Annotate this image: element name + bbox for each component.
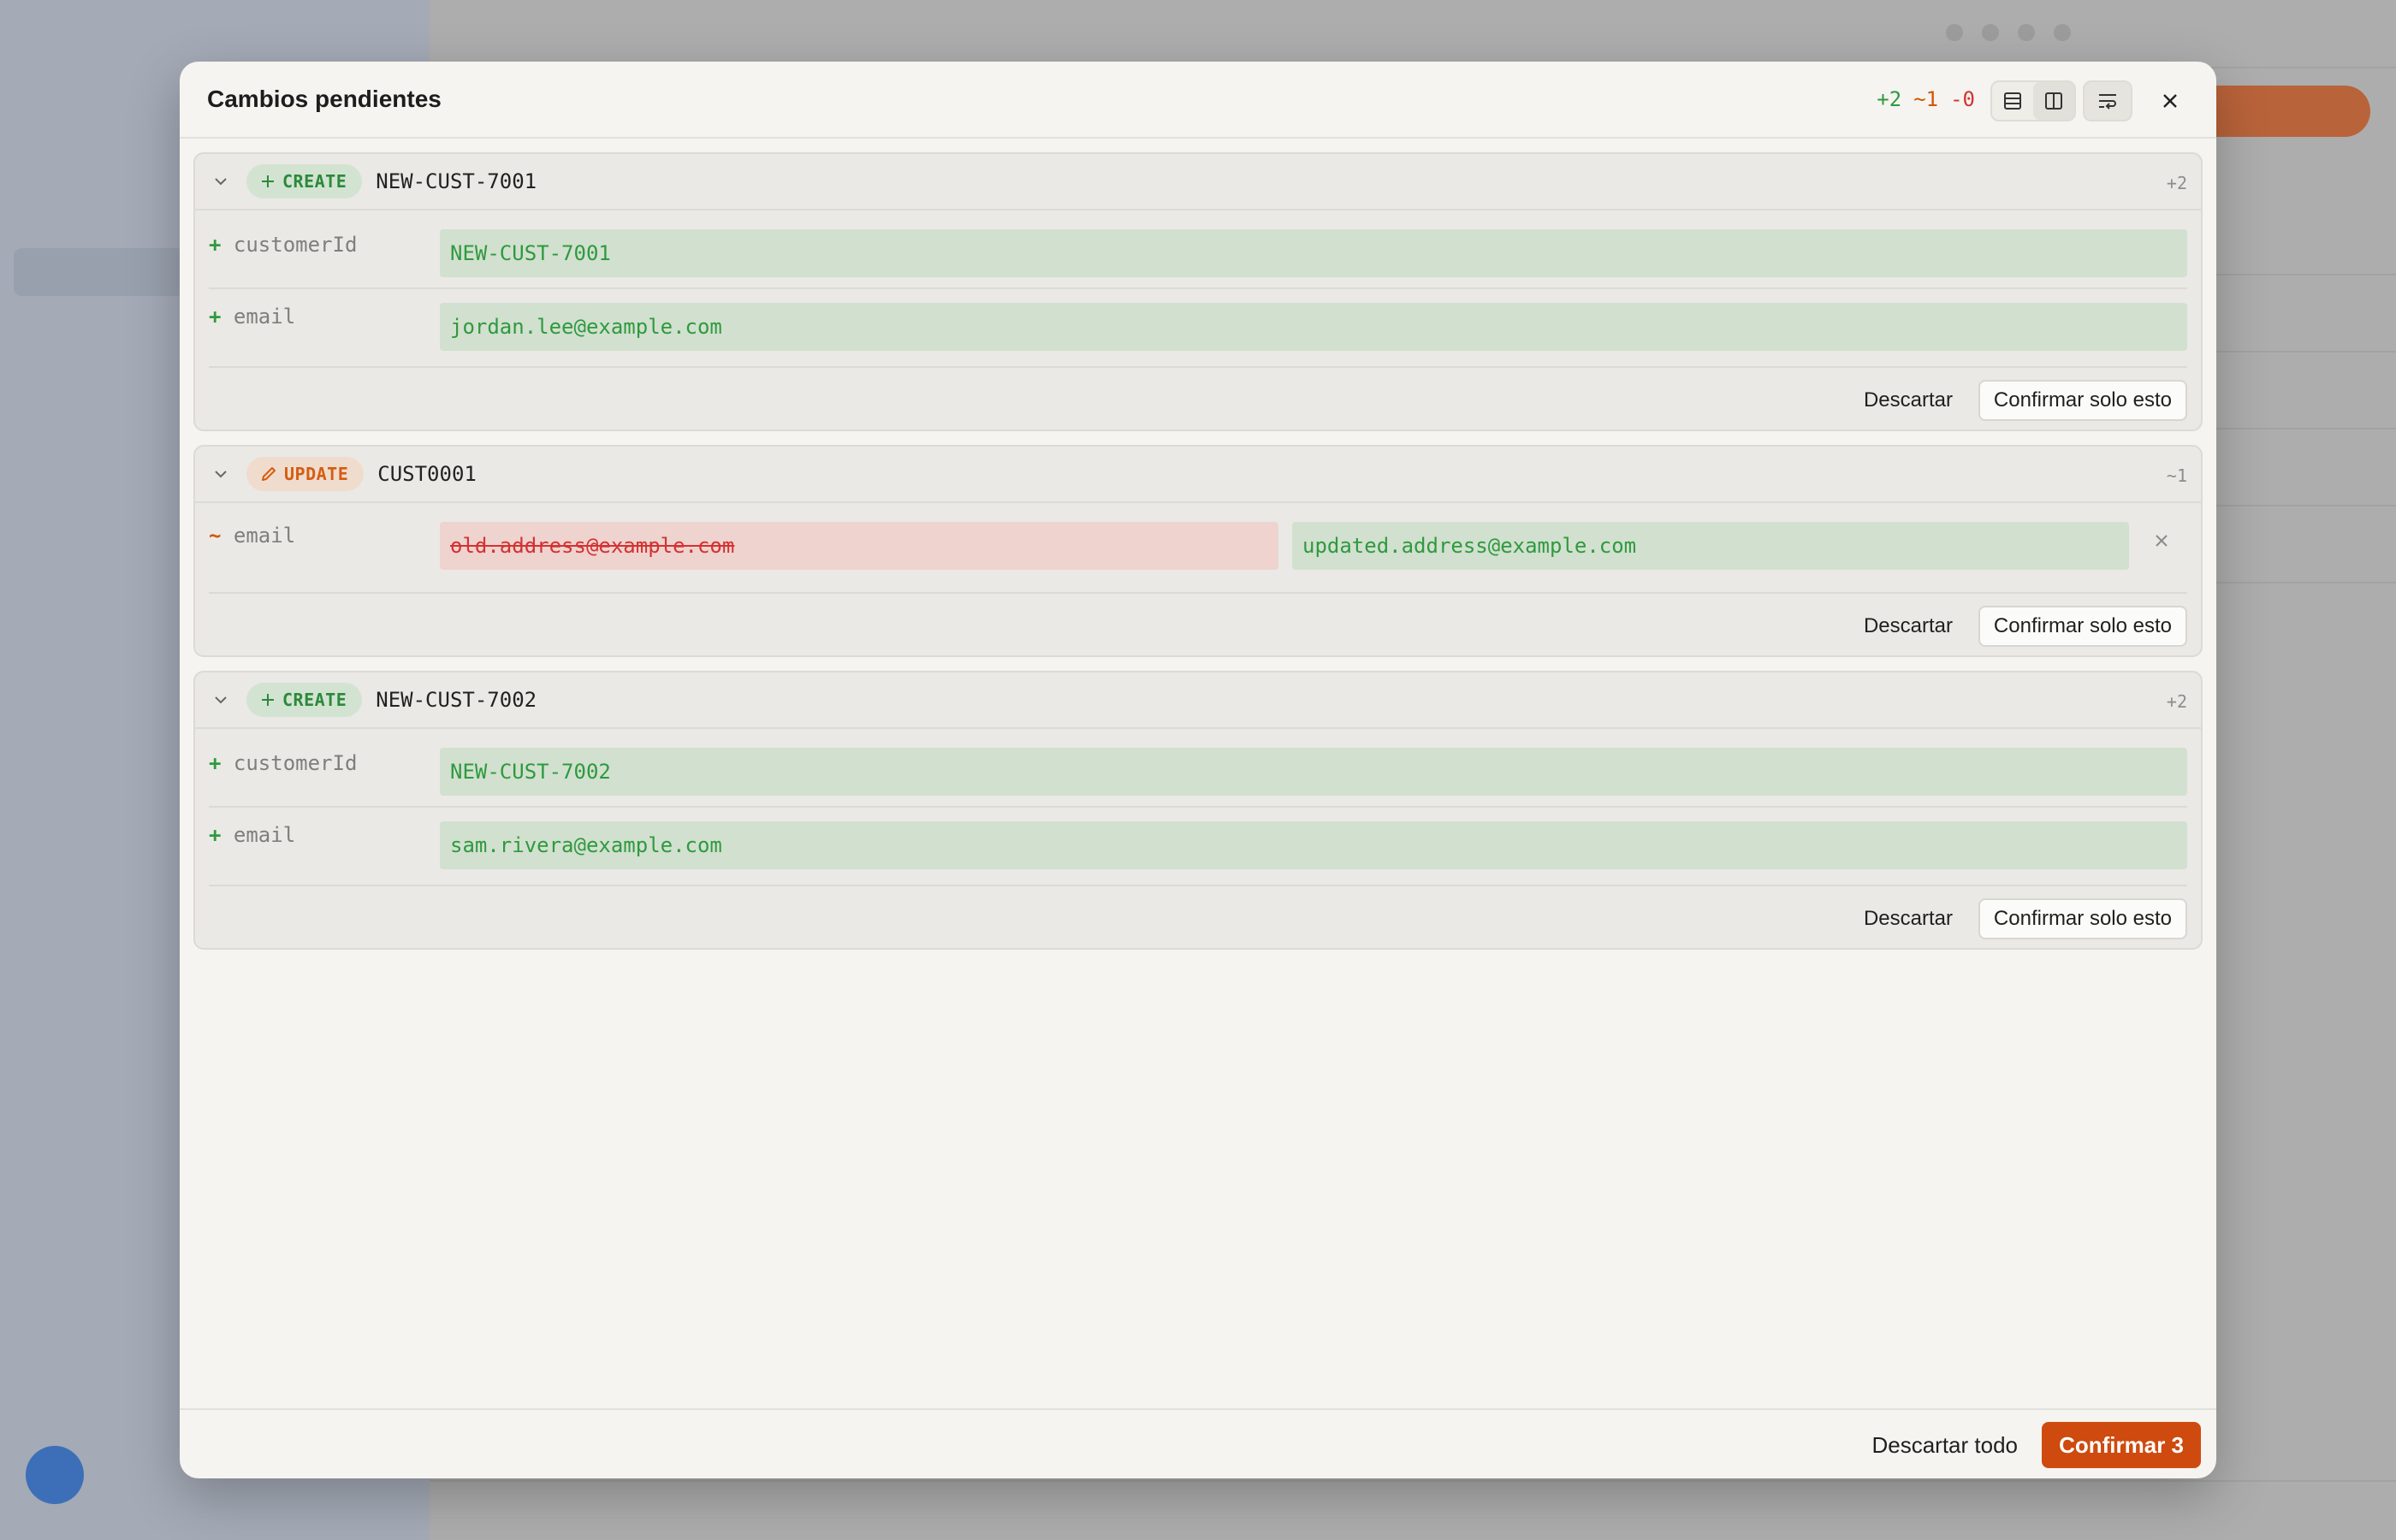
confirm-all-button[interactable]: Confirmar 3 [2042,1422,2201,1468]
deleted-count: -0 [1950,87,1975,111]
revert-x-icon [2156,535,2168,547]
chevron-down-icon [215,471,227,478]
close-dialog-button[interactable] [2150,80,2191,121]
change-card-actions: Descartar Confirmar solo esto [195,886,2201,948]
revert-field-button[interactable] [2146,525,2177,556]
split-view-icon [2045,92,2062,110]
new-value: updated.address@example.com [1292,522,2129,570]
change-card-header[interactable]: UPDATE CUST0001 ~1 [195,447,2201,503]
dialog-footer: Descartar todo Confirmar 3 [180,1408,2216,1478]
record-id: NEW-CUST-7001 [376,169,537,193]
background-row-divider [430,1480,2396,1482]
background-user-avatar [26,1446,84,1504]
record-id: CUST0001 [377,462,477,486]
confirm-only-this-button[interactable]: Confirmar solo esto [1978,606,2187,647]
badge-label: UPDATE [284,464,349,484]
wrap-lines-button[interactable] [2083,80,2132,121]
change-card-header[interactable]: CREATE NEW-CUST-7002 +2 [195,672,2201,729]
collapse-toggle[interactable] [195,465,246,483]
field-change-count: ~1 [2166,465,2187,486]
field-row: + email sam.rivera@example.com [209,808,2187,886]
field-row: + email jordan.lee@example.com [209,289,2187,368]
change-card: UPDATE CUST0001 ~1 ~ email old.address@e… [193,445,2203,657]
discard-all-button[interactable]: Descartar todo [1871,1422,2018,1468]
pending-changes-dialog: Cambios pendientes +2 ~1 -0 CREATE NEW-C… [180,62,2216,1478]
confirm-only-this-button[interactable]: Confirmar solo esto [1978,380,2187,421]
field-name: + customerId [209,233,358,257]
wrap-lines-icon [2099,94,2116,110]
unified-view-icon [2004,92,2021,110]
record-id: NEW-CUST-7002 [376,688,537,712]
split-view-button[interactable] [2033,82,2074,120]
create-badge: CREATE [246,683,363,717]
change-counts: +2 ~1 -0 [1877,87,1975,111]
added-count: +2 [1877,87,1902,111]
change-card-actions: Descartar Confirmar solo esto [195,368,2201,429]
background-sidebar-active-item [14,248,185,296]
field-row: + customerId NEW-CUST-7001 [209,210,2187,289]
field-name: + email [209,823,296,847]
field-change-count: +2 [2166,173,2187,193]
new-value: NEW-CUST-7002 [440,748,2187,796]
unified-view-button[interactable] [1992,82,2033,120]
pencil-icon [262,467,276,481]
change-card-header[interactable]: CREATE NEW-CUST-7001 +2 [195,154,2201,210]
field-name: + email [209,305,296,329]
new-value: jordan.lee@example.com [440,303,2187,351]
plus-icon [262,175,274,187]
change-card: CREATE NEW-CUST-7002 +2 + customerId NEW… [193,671,2203,950]
create-badge: CREATE [246,164,363,198]
confirm-only-this-button[interactable]: Confirmar solo esto [1978,898,2187,939]
background-status-dots [1946,24,2071,41]
field-name: ~ email [209,524,296,548]
new-value: NEW-CUST-7001 [440,229,2187,277]
discard-button[interactable]: Descartar [1860,898,1956,939]
chevron-down-icon [215,178,227,186]
change-card: CREATE NEW-CUST-7001 +2 + customerId NEW… [193,152,2203,431]
field-row: ~ email old.address@example.com updated.… [209,503,2187,594]
discard-button[interactable]: Descartar [1860,606,1956,647]
dialog-header: Cambios pendientes +2 ~1 -0 [180,62,2216,139]
field-row: + customerId NEW-CUST-7002 [209,729,2187,808]
background-primary-button [2191,86,2370,137]
old-value: old.address@example.com [440,522,1278,570]
discard-button[interactable]: Descartar [1860,380,1956,421]
background-topbar [430,0,2396,68]
view-mode-toggle [1990,80,2076,121]
badge-label: CREATE [282,690,347,710]
modified-count: ~1 [1913,87,1939,111]
field-name: + customerId [209,751,358,775]
chevron-down-icon [215,696,227,704]
change-list: CREATE NEW-CUST-7001 +2 + customerId NEW… [193,152,2203,963]
close-icon [2163,94,2177,108]
change-card-actions: Descartar Confirmar solo esto [195,594,2201,655]
collapse-toggle[interactable] [195,691,246,708]
new-value: sam.rivera@example.com [440,821,2187,869]
collapse-toggle[interactable] [195,173,246,190]
plus-icon [262,694,274,706]
badge-label: CREATE [282,171,347,192]
update-badge: UPDATE [246,457,365,491]
dialog-title: Cambios pendientes [207,86,442,112]
field-change-count: +2 [2166,691,2187,712]
